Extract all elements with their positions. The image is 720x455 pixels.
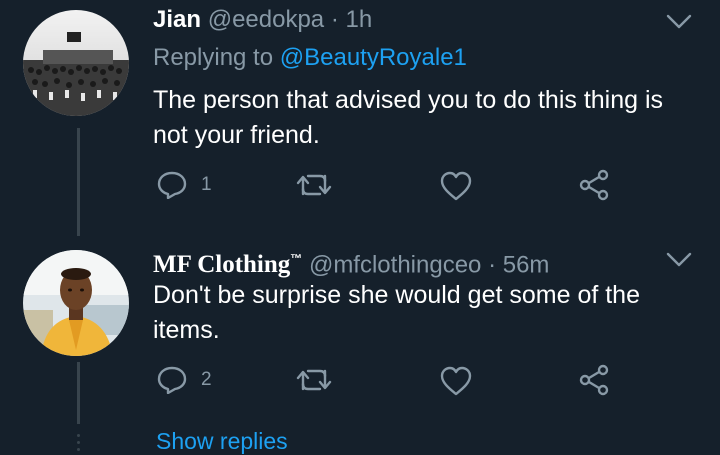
share-button[interactable] xyxy=(579,169,609,201)
retweet-button[interactable] xyxy=(296,172,332,198)
thread-line xyxy=(77,128,80,236)
replying-label: Replying to xyxy=(153,44,274,71)
avatar[interactable] xyxy=(23,10,129,116)
reply-button[interactable]: 2 xyxy=(157,366,212,394)
share-icon xyxy=(579,169,609,201)
retweet-icon xyxy=(296,369,332,391)
like-button[interactable] xyxy=(440,366,472,396)
reply-count: 1 xyxy=(201,174,212,195)
timestamp[interactable]: · 1h xyxy=(331,6,372,33)
retweet-button[interactable] xyxy=(296,367,332,393)
share-icon xyxy=(579,364,609,396)
display-name-text: MF Clothing xyxy=(153,251,291,279)
tweet-header: Jian @eedokpa · 1h xyxy=(153,5,372,35)
reply-icon xyxy=(157,366,187,394)
reply-count: 2 xyxy=(201,369,212,390)
like-button[interactable] xyxy=(440,171,472,201)
like-icon xyxy=(440,171,472,201)
tweet-text: Don't be surprise she would get some of … xyxy=(153,281,640,344)
chevron-down-icon[interactable] xyxy=(666,14,692,30)
replying-handle-link[interactable]: @BeautyRoyale1 xyxy=(280,44,467,71)
user-handle[interactable]: @mfclothingceo xyxy=(309,251,481,278)
chevron-down-icon[interactable] xyxy=(666,252,692,268)
replying-to: Replying to @BeautyRoyale1 xyxy=(153,43,467,73)
thread-line xyxy=(77,362,80,424)
display-name[interactable]: MF Clothing™ xyxy=(153,251,302,278)
show-replies-link[interactable]: Show replies xyxy=(156,428,288,455)
like-icon xyxy=(440,366,472,396)
avatar[interactable] xyxy=(23,250,129,356)
reply-icon xyxy=(157,171,187,199)
tweet-header: MF Clothing™ @mfclothingceo · 56m xyxy=(153,244,549,280)
display-name[interactable]: Jian xyxy=(153,6,201,33)
share-button[interactable] xyxy=(579,364,609,396)
trademark-badge: ™ xyxy=(290,252,303,266)
user-handle[interactable]: @eedokpa xyxy=(208,6,324,33)
retweet-icon xyxy=(296,174,332,196)
tweet-text: The person that advised you to do this t… xyxy=(153,86,664,149)
timestamp[interactable]: · 56m xyxy=(488,251,549,278)
reply-button[interactable]: 1 xyxy=(157,171,212,199)
